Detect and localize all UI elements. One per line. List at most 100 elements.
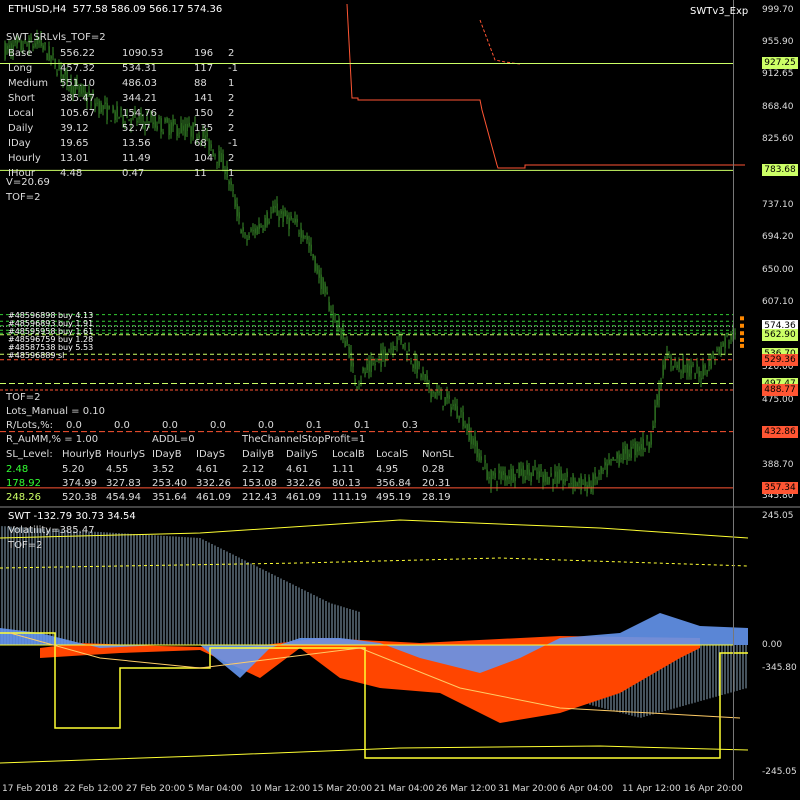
rlots-value: 0.0	[210, 420, 226, 431]
candle-body	[574, 480, 576, 487]
candle-body	[114, 111, 116, 120]
candle-body	[214, 154, 216, 156]
order-label[interactable]: #48596889 sl	[8, 352, 93, 360]
level-value: 556.22	[60, 48, 95, 59]
candle-body	[488, 477, 490, 479]
candle-body	[640, 443, 642, 450]
candle-body	[158, 117, 160, 119]
candle-body	[188, 122, 190, 127]
candle-body	[646, 435, 648, 440]
rlots-value: 0.0	[114, 420, 130, 431]
candle-body	[416, 359, 418, 374]
candle-body	[456, 406, 458, 418]
time-tick-label: 27 Feb 20:00	[126, 784, 186, 794]
candle-body	[324, 283, 326, 293]
candle-body	[590, 486, 592, 492]
candle-body	[422, 371, 424, 375]
level-name: Hourly	[8, 153, 41, 164]
candle-body	[440, 390, 442, 400]
candle-body	[104, 102, 106, 105]
candle-body	[594, 473, 596, 479]
swt-indicator-chart[interactable]	[0, 508, 800, 780]
sl-header-cell: DailyB	[242, 449, 275, 460]
sl-header-cell: HourlyS	[106, 449, 146, 460]
price-chart[interactable]	[0, 0, 800, 508]
candle-body	[502, 471, 504, 476]
candle-body	[684, 365, 686, 367]
sl-cell: 1.11	[332, 464, 355, 475]
candle-body	[400, 335, 402, 343]
candle-body	[180, 123, 182, 134]
candle-body	[56, 73, 58, 75]
candle-body	[304, 235, 306, 237]
candle-body	[514, 477, 516, 481]
candle-body	[648, 441, 650, 450]
level-name: Medium	[8, 78, 48, 89]
candle-body	[628, 453, 630, 457]
candle-body	[396, 337, 398, 345]
candle-body	[222, 154, 224, 169]
candle-body	[516, 469, 518, 471]
candle-body	[318, 269, 320, 278]
candle-body	[210, 144, 212, 149]
candle-body	[570, 483, 572, 485]
candle-body	[260, 226, 262, 228]
sl-header-cell: NonSL	[422, 449, 454, 460]
candle-body	[278, 216, 280, 221]
candle-body	[262, 228, 264, 231]
candle-body	[298, 232, 300, 234]
candle-body	[392, 345, 394, 353]
candle-body	[360, 380, 362, 382]
candle-body	[302, 234, 304, 239]
rlots-value: 0.0	[258, 420, 274, 431]
candle-body	[506, 476, 508, 480]
candle-body	[620, 457, 622, 459]
order-marker	[740, 337, 744, 342]
candle-body	[688, 365, 690, 377]
stop-line-upper	[346, 3, 745, 169]
price-tag: 432.86	[762, 425, 798, 438]
stop-line-dashed	[479, 19, 521, 65]
level-value: 2	[228, 108, 235, 119]
candle-body	[504, 473, 506, 481]
candle-body	[258, 223, 260, 230]
candle-body	[632, 444, 634, 446]
level-value: 1	[228, 168, 235, 179]
panel-tof: TOF=2	[6, 392, 41, 403]
candle-body	[510, 468, 512, 481]
candle-body	[700, 378, 702, 380]
candle-body	[42, 45, 44, 50]
order-marker	[740, 343, 744, 348]
level-value: -1	[228, 63, 238, 74]
candle-body	[164, 118, 166, 123]
candle-body	[156, 125, 158, 130]
level-value: 105.67	[60, 108, 95, 119]
lots-manual: Lots_Manual = 0.10	[6, 406, 105, 417]
sl-cell: 2.12	[242, 464, 265, 475]
candle-body	[374, 364, 376, 366]
candle-body	[418, 362, 420, 367]
rlots-value: 0.3	[402, 420, 418, 431]
candle-body	[276, 203, 278, 216]
candle-body	[182, 125, 184, 131]
swt-axis-label: 0.00	[762, 640, 783, 650]
level-value: 1090.53	[122, 48, 164, 59]
candle-body	[280, 210, 282, 214]
order-marker	[740, 316, 744, 321]
candle-body	[412, 364, 414, 368]
candle-body	[578, 478, 580, 484]
candle-body	[32, 45, 34, 49]
candle-body	[654, 405, 656, 423]
candle-body	[706, 370, 708, 374]
price-tick-label: 694.20	[762, 232, 794, 242]
candle-body	[610, 459, 612, 461]
level-value: 2	[228, 123, 235, 134]
candle-body	[288, 217, 290, 229]
candle-body	[600, 466, 602, 474]
candle-body	[274, 206, 276, 209]
candle-body	[404, 342, 406, 344]
candle-body	[128, 119, 130, 122]
sl-cell: 327.83	[106, 478, 141, 489]
candle-body	[410, 360, 412, 363]
expert-name[interactable]: SWTv3_Exp	[690, 6, 748, 17]
